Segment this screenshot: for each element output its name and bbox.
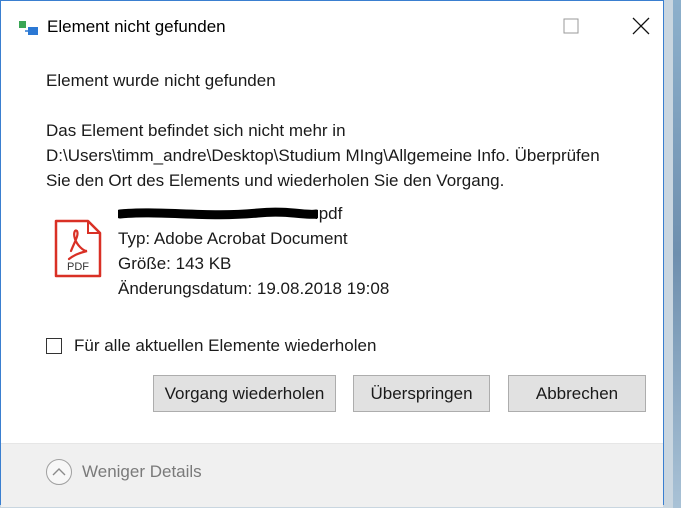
error-description: Das Element befindet sich nicht mehr in … — [46, 118, 600, 193]
less-details-toggle[interactable]: Weniger Details — [46, 459, 202, 485]
close-button[interactable] — [621, 11, 661, 41]
chevron-up-icon — [46, 459, 72, 485]
pdf-icon-label: PDF — [67, 261, 89, 273]
file-size: Größe: 143 KB — [118, 254, 232, 273]
maximize-icon — [563, 18, 579, 34]
retry-button[interactable]: Vorgang wiederholen — [153, 375, 336, 412]
description-line: D:\Users\timm_andre\Desktop\Studium MIng… — [46, 146, 600, 165]
window-title: Element nicht gefunden — [47, 17, 226, 36]
redaction-scribble — [118, 207, 318, 220]
repeat-for-all-option[interactable]: Für alle aktuellen Elemente wiederholen — [46, 336, 376, 356]
skip-button[interactable]: Überspringen — [353, 375, 490, 412]
description-line: Das Element befindet sich nicht mehr in — [46, 121, 346, 140]
maximize-button[interactable] — [551, 11, 591, 41]
close-icon — [632, 17, 650, 35]
less-details-label: Weniger Details — [82, 462, 202, 481]
file-name-extension: .pdf — [314, 204, 343, 223]
error-heading: Element wurde nicht gefunden — [46, 71, 276, 90]
file-modified: Änderungsdatum: 19.08.2018 19:08 — [118, 279, 390, 298]
file-type: Typ: Adobe Acrobat Document — [118, 229, 348, 248]
repeat-for-all-checkbox[interactable] — [46, 338, 62, 354]
cancel-button[interactable]: Abbrechen — [508, 375, 646, 412]
dialog-window: Element nicht gefunden Element wurde nic… — [0, 0, 664, 507]
title-bar[interactable]: Element nicht gefunden — [1, 1, 663, 49]
repeat-for-all-label[interactable]: Für alle aktuellen Elemente wiederholen — [74, 336, 376, 356]
pdf-file-icon: PDF — [54, 219, 102, 278]
desktop-background — [673, 0, 681, 508]
copy-move-icon — [19, 21, 38, 35]
description-line: Sie den Ort des Elements und wiederholen… — [46, 171, 505, 190]
